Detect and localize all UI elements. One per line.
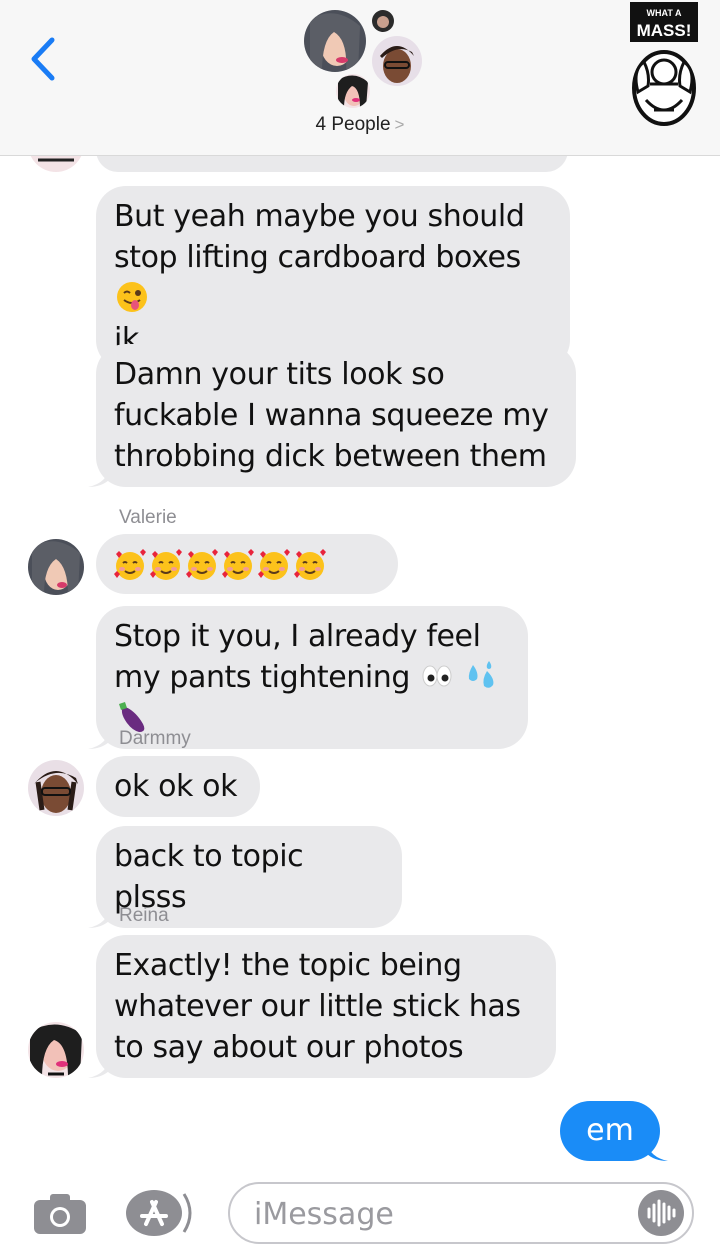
avatar-small: [372, 10, 394, 32]
app-store-icon: [126, 1190, 192, 1236]
avatar-reina: [28, 1022, 84, 1078]
smiling-face-with-hearts-icon: [258, 549, 290, 580]
chevron-left-icon: [31, 37, 55, 81]
avatar-reina: [336, 74, 370, 108]
audio-button[interactable]: [638, 1190, 684, 1236]
emoji-row: [112, 549, 328, 584]
outgoing-message-bubble[interactable]: em: [560, 1101, 668, 1161]
smiling-face-with-hearts-icon: [222, 549, 254, 580]
bubble-tail: [88, 727, 110, 749]
bubble-tail: [646, 1139, 668, 1161]
svg-text:WHAT A: WHAT A: [647, 8, 682, 18]
message-text: back to topic plsss: [114, 839, 304, 915]
camera-icon: [34, 1194, 86, 1234]
app-store-button[interactable]: [124, 1188, 200, 1238]
avatar-darmmy: [28, 760, 84, 816]
avatar-valerie: [304, 10, 366, 72]
bubble-tail: [88, 465, 110, 487]
message-bubble-partial[interactable]: [96, 156, 568, 172]
message-list[interactable]: But yeah maybe you should stop lifting c…: [0, 156, 720, 1166]
message-text: em: [586, 1113, 634, 1148]
sender-name: Valerie: [119, 507, 177, 528]
message-bubble[interactable]: Damn your tits look so fuckable I wanna …: [88, 344, 576, 487]
avatar-darmmy: [372, 36, 422, 86]
message-text: But yeah maybe you should stop lifting c…: [114, 199, 525, 275]
people-count-link[interactable]: 4 People >: [0, 114, 720, 136]
back-button[interactable]: [26, 36, 60, 82]
smiling-face-with-hearts-icon: [150, 549, 182, 580]
camera-button[interactable]: [32, 1192, 88, 1236]
message-bubble[interactable]: ok ok ok: [96, 756, 260, 817]
winking-face-with-tongue-icon: [117, 282, 147, 312]
what-a-mass-logo: WHAT A MASS!: [628, 0, 700, 130]
message-bubble[interactable]: But yeah maybe you should stop lifting c…: [96, 186, 570, 370]
bubble-tail: [88, 906, 110, 928]
compose-bar: [0, 1166, 720, 1258]
message-text: Exactly! the topic being whatever our li…: [114, 948, 521, 1065]
sender-name: Reina: [119, 905, 169, 926]
message-text: ok ok ok: [114, 769, 238, 804]
message-field[interactable]: [228, 1182, 694, 1244]
smiling-face-with-hearts-icon: [186, 549, 218, 580]
audio-waveform-icon: [647, 1199, 676, 1227]
eyes-icon: [422, 665, 452, 687]
imessage-input[interactable]: [254, 1194, 634, 1234]
message-bubble-emoji[interactable]: [96, 534, 398, 594]
people-count-label: 4 People: [315, 114, 391, 135]
conversation-header: 4 People > WHAT A MASS!: [0, 0, 720, 156]
avatar-partial: [28, 156, 84, 172]
message-text: Damn your tits look so fuckable I wanna …: [114, 357, 549, 474]
avatar-valerie: [28, 539, 84, 595]
sender-name: Darmmy: [119, 728, 191, 749]
group-avatars[interactable]: [300, 6, 430, 116]
smiling-face-with-hearts-icon: [114, 549, 146, 580]
sweat-droplets-icon: [469, 661, 494, 688]
message-bubble[interactable]: Exactly! the topic being whatever our li…: [88, 935, 556, 1078]
svg-text:MASS!: MASS!: [637, 21, 692, 40]
smiling-face-with-hearts-icon: [294, 549, 326, 580]
bubble-tail: [88, 1056, 110, 1078]
chevron-right-icon: >: [394, 115, 405, 134]
